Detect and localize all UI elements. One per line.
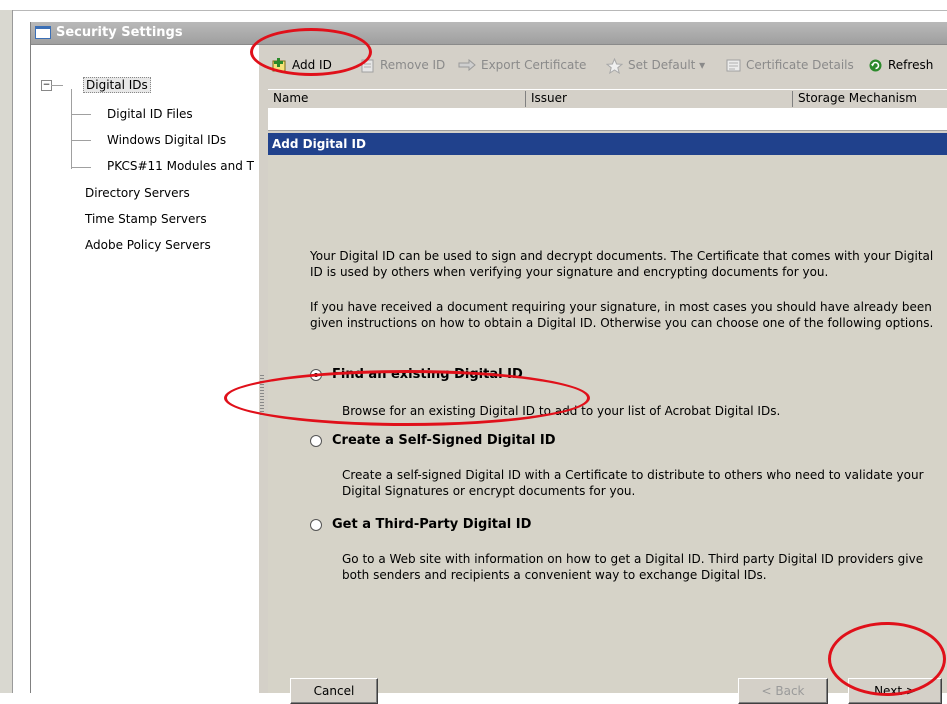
pane-splitter[interactable] [259, 45, 268, 693]
tree-item-label: PKCS#11 Modules and T [107, 159, 255, 173]
window-titlebar[interactable]: Security Settings [31, 22, 947, 45]
tree-line [71, 89, 72, 169]
refresh-button[interactable]: Refresh [868, 55, 933, 75]
dialog-titlebar: Add Digital ID [268, 133, 947, 155]
tree-item-adobe-policy-servers[interactable]: Adobe Policy Servers [85, 238, 211, 252]
certificate-details-icon [726, 58, 741, 73]
option-third-party-desc: Go to a Web site with information on how… [342, 552, 924, 582]
certificate-details-label: Certificate Details [746, 58, 854, 72]
radio-third-party[interactable] [310, 518, 322, 531]
intro-paragraph-2: If you have received a document requirin… [310, 300, 934, 330]
export-certificate-button[interactable]: Export Certificate [458, 55, 586, 75]
tree-item-directory-servers[interactable]: Directory Servers [85, 186, 190, 200]
column-issuer[interactable]: Issuer [526, 91, 793, 107]
tree-line [71, 140, 91, 141]
refresh-icon [868, 58, 883, 73]
background-left-edge [0, 10, 13, 693]
option-third-party-label: Get a Third-Party Digital ID [332, 517, 532, 532]
option-create-self-signed-label: Create a Self-Signed Digital ID [332, 433, 556, 448]
list-column-header: Name Issuer Storage Mechanism [268, 89, 947, 109]
tree-item-label: Digital IDs [83, 77, 151, 93]
annotation-circle-self-signed [224, 370, 590, 426]
tree-line [51, 85, 63, 86]
tree-line [71, 114, 91, 115]
tree-item-digital-ids[interactable]: Digital IDs [83, 77, 151, 93]
certificate-details-button[interactable]: Certificate Details [726, 55, 854, 75]
radio-create-self-signed[interactable] [310, 434, 322, 447]
settings-tree: − Digital IDs Digital ID Files Windows D… [31, 45, 260, 693]
option-create-self-signed-desc: Create a self-signed Digital ID with a C… [342, 468, 924, 498]
column-name[interactable]: Name [268, 91, 526, 107]
tree-line [71, 167, 91, 168]
option-create-self-signed[interactable]: Create a Self-Signed Digital ID [310, 433, 556, 448]
column-storage-mechanism[interactable]: Storage Mechanism [793, 91, 947, 107]
dialog-title: Add Digital ID [272, 137, 366, 151]
window-title: Security Settings [56, 25, 183, 40]
tree-item-label: Directory Servers [85, 186, 190, 200]
refresh-label: Refresh [888, 58, 934, 72]
intro-paragraph-1: Your Digital ID can be used to sign and … [310, 249, 934, 279]
set-default-label: Set Default ▾ [628, 58, 706, 72]
tree-item-digital-id-files[interactable]: Digital ID Files [107, 107, 193, 121]
tree-item-label: Time Stamp Servers [85, 212, 207, 226]
security-settings-window: Security Settings − Digital IDs Digital … [30, 22, 947, 704]
export-certificate-label: Export Certificate [481, 58, 587, 72]
window-icon [35, 26, 51, 39]
export-certificate-icon [458, 58, 476, 73]
tree-item-windows-digital-ids[interactable]: Windows Digital IDs [107, 133, 226, 147]
back-button[interactable]: < Back [738, 678, 828, 704]
cancel-button[interactable]: Cancel [290, 678, 378, 704]
tree-item-label: Digital ID Files [107, 107, 193, 121]
remove-id-label: Remove ID [380, 58, 446, 72]
background-tabline [10, 0, 947, 11]
tree-item-label: Windows Digital IDs [107, 133, 227, 147]
annotation-circle-add-id [250, 28, 372, 76]
set-default-button[interactable]: Set Default ▾ [605, 55, 706, 75]
digital-ids-pane: Add ID Remove ID Export Certificate Set … [268, 45, 947, 704]
set-default-star-icon [605, 57, 624, 74]
option-third-party[interactable]: Get a Third-Party Digital ID [310, 517, 531, 532]
digital-ids-list[interactable] [268, 108, 947, 131]
annotation-circle-next [828, 622, 946, 696]
tree-item-label: Adobe Policy Servers [85, 238, 211, 252]
remove-id-button[interactable]: Remove ID [360, 55, 445, 75]
tree-item-pkcs11-modules[interactable]: PKCS#11 Modules and T [107, 159, 259, 173]
tree-item-time-stamp-servers[interactable]: Time Stamp Servers [85, 212, 207, 226]
